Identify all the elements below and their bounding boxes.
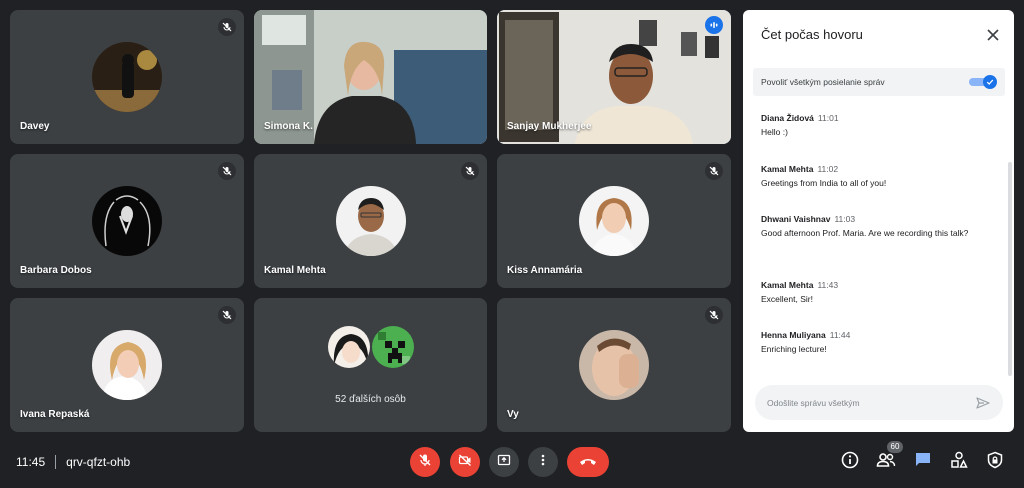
participant-name: Kiss Annamária — [507, 265, 583, 276]
participant-name: Simona K. — [264, 121, 313, 132]
meeting-code: qrv-qfzt-ohb — [66, 455, 131, 469]
speaking-indicator-icon — [705, 16, 723, 34]
participant-name: Vy — [507, 409, 519, 420]
divider — [55, 455, 57, 469]
avatar — [579, 330, 649, 400]
more-vert-icon — [536, 453, 550, 472]
participant-tile-kiss[interactable]: Kiss Annamária — [497, 154, 731, 288]
avatar — [92, 42, 162, 112]
end-call-icon — [579, 453, 597, 471]
people-button[interactable] — [875, 451, 897, 473]
chat-message-input[interactable] — [755, 385, 1003, 420]
chat-icon — [914, 451, 932, 474]
chat-scrollbar[interactable] — [1008, 162, 1012, 376]
mic-off-icon — [218, 306, 236, 324]
chat-message: Kamal Mehta 11:43 Excellent, Sir! — [761, 280, 993, 307]
message-text: Enriching lecture! — [761, 344, 827, 354]
avatar — [579, 186, 649, 256]
camera-off-icon — [458, 453, 472, 472]
send-icon[interactable] — [975, 395, 991, 411]
mic-off-icon — [705, 306, 723, 324]
participant-name: Barbara Dobos — [20, 265, 92, 276]
avatar — [92, 330, 162, 400]
message-text: Greetings from India to all of you! — [761, 178, 887, 188]
shield-icon — [986, 451, 1004, 474]
message-time: 11:02 — [817, 164, 839, 174]
people-icon — [876, 451, 896, 474]
message-sender: Kamal Mehta — [761, 164, 814, 174]
host-controls-button[interactable] — [984, 451, 1006, 473]
mic-toggle-button[interactable] — [410, 447, 440, 477]
participant-tile-simona[interactable]: Simona K. — [254, 10, 487, 144]
participant-tile-kamal[interactable]: Kamal Mehta — [254, 154, 487, 288]
participant-name: Sanjay Mukherjee — [507, 121, 592, 132]
meeting-info: 11:45 qrv-qfzt-ohb — [16, 455, 130, 469]
message-sender: Henna Muliyana — [761, 330, 826, 340]
message-sender: Dhwani Vaishnav — [761, 214, 831, 224]
more-options-button[interactable] — [528, 447, 558, 477]
chat-message: Kamal Mehta 11:02 Greetings from India to… — [761, 164, 993, 191]
avatar — [326, 324, 372, 370]
chat-message: Diana Židová 11:01 Hello :) — [761, 113, 993, 140]
mic-off-icon — [218, 162, 236, 180]
chat-message: Dhwani Vaishnav 11:03 Good afternoon Prof… — [761, 214, 993, 241]
message-text: Good afternoon Prof. Maria. Are we recor… — [761, 228, 969, 238]
present-button[interactable] — [489, 447, 519, 477]
participant-name: Ivana Repaská — [20, 409, 90, 420]
message-time: 11:01 — [817, 113, 839, 123]
participant-tile-davey[interactable]: Davey — [10, 10, 244, 144]
chat-panel: Čet počas hovoru Povoliť všetkým posiela… — [743, 10, 1014, 432]
message-time: 11:43 — [817, 280, 839, 290]
info-icon — [841, 451, 859, 474]
mic-off-icon — [218, 18, 236, 36]
meeting-time: 11:45 — [16, 455, 46, 469]
message-time: 11:44 — [829, 330, 851, 340]
participant-tile-sanjay[interactable]: Sanjay Mukherjee — [497, 10, 731, 144]
mic-off-icon — [461, 162, 479, 180]
present-icon — [497, 453, 511, 472]
mic-off-icon — [705, 162, 723, 180]
self-tile[interactable]: Vy — [497, 298, 731, 432]
message-text: Hello :) — [761, 127, 788, 137]
chat-message: Henna Muliyana 11:44 Enriching lecture! — [761, 330, 993, 357]
activities-icon — [950, 451, 968, 474]
participant-tile-barbara[interactable]: Barbara Dobos — [10, 154, 244, 288]
avatar — [336, 186, 406, 256]
camera-toggle-button[interactable] — [450, 447, 480, 477]
leave-call-button[interactable] — [567, 447, 609, 477]
chat-button[interactable] — [912, 451, 934, 473]
participant-tile-ivana[interactable]: Ivana Repaská — [10, 298, 244, 432]
people-count-badge: 60 — [887, 441, 903, 453]
avatar — [370, 324, 416, 370]
participant-name: Kamal Mehta — [264, 265, 326, 276]
participant-name: Davey — [20, 121, 50, 132]
others-tile[interactable]: 52 ďalších osôb — [254, 298, 487, 432]
allow-messages-toggle[interactable] — [969, 75, 997, 89]
others-count-label: 52 ďalších osôb — [335, 394, 406, 405]
avatar — [92, 186, 162, 256]
activities-button[interactable] — [948, 451, 970, 473]
allow-messages-label: Povoliť všetkým posielanie správ — [761, 77, 885, 87]
meeting-details-button[interactable] — [839, 451, 861, 473]
message-text: Excellent, Sir! — [761, 294, 813, 304]
message-sender: Kamal Mehta — [761, 280, 814, 290]
message-time: 11:03 — [834, 214, 856, 224]
chat-panel-title: Čet počas hovoru — [761, 27, 863, 42]
message-sender: Diana Židová — [761, 113, 814, 123]
check-icon — [983, 75, 997, 89]
allow-messages-row: Povoliť všetkým posielanie správ — [753, 68, 1005, 96]
close-icon[interactable] — [984, 26, 1002, 44]
mic-off-icon — [418, 453, 432, 472]
